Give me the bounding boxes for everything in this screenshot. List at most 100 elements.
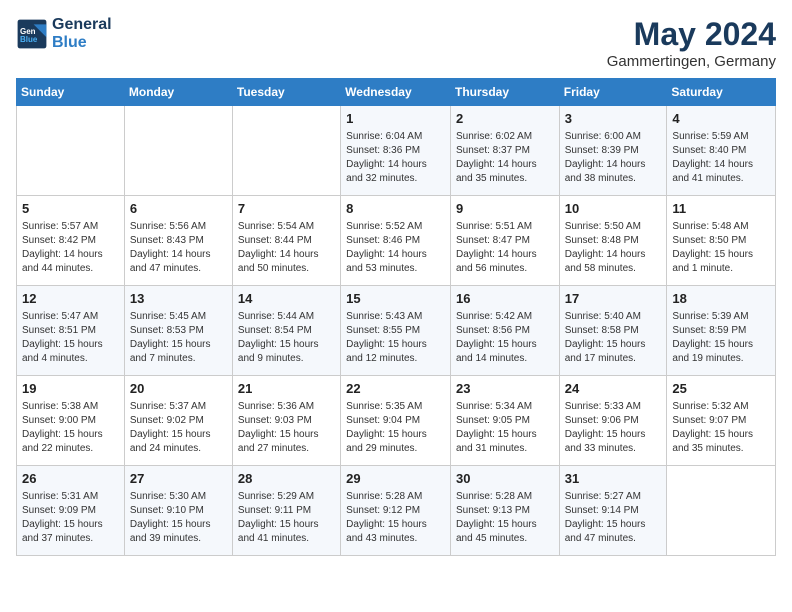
calendar-cell: 3 Sunrise: 6:00 AMSunset: 8:39 PMDaylight… bbox=[559, 106, 667, 196]
day-info: Sunrise: 5:31 AMSunset: 9:09 PMDaylight:… bbox=[22, 490, 119, 546]
day-number: 31 bbox=[565, 470, 662, 488]
page-header: Gen Blue General Blue May 2024 Gammertin… bbox=[16, 16, 776, 70]
calendar-header-row: SundayMondayTuesdayWednesdayThursdayFrid… bbox=[17, 79, 776, 106]
day-number: 12 bbox=[22, 290, 119, 308]
calendar-cell: 21 Sunrise: 5:36 AMSunset: 9:03 PMDayligh… bbox=[232, 376, 340, 466]
day-info: Sunrise: 5:44 AMSunset: 8:54 PMDaylight:… bbox=[238, 310, 335, 366]
calendar-cell: 16 Sunrise: 5:42 AMSunset: 8:56 PMDayligh… bbox=[450, 286, 559, 376]
day-info: Sunrise: 5:42 AMSunset: 8:56 PMDaylight:… bbox=[456, 310, 554, 366]
logo-line1: General bbox=[52, 16, 112, 34]
day-number: 22 bbox=[346, 380, 445, 398]
week-row-4: 19 Sunrise: 5:38 AMSunset: 9:00 PMDayligh… bbox=[17, 376, 776, 466]
week-row-3: 12Sunrise: 5:47 AMSunset: 8:51 PMDayligh… bbox=[17, 286, 776, 376]
day-info: Sunrise: 5:48 AMSunset: 8:50 PMDaylight:… bbox=[672, 220, 770, 276]
day-number: 25 bbox=[672, 380, 770, 398]
day-info: Sunrise: 5:50 AMSunset: 8:48 PMDaylight:… bbox=[565, 220, 662, 276]
day-number: 3 bbox=[565, 110, 662, 128]
calendar-cell: 20 Sunrise: 5:37 AMSunset: 9:02 PMDayligh… bbox=[124, 376, 232, 466]
day-info: Sunrise: 5:54 AMSunset: 8:44 PMDaylight:… bbox=[238, 220, 335, 276]
day-number: 2 bbox=[456, 110, 554, 128]
day-info: Sunrise: 5:32 AMSunset: 9:07 PMDaylight:… bbox=[672, 400, 770, 456]
calendar-cell: 4 Sunrise: 5:59 AMSunset: 8:40 PMDaylight… bbox=[667, 106, 776, 196]
calendar-cell: 2 Sunrise: 6:02 AMSunset: 8:37 PMDaylight… bbox=[450, 106, 559, 196]
day-number: 10 bbox=[565, 200, 662, 218]
week-row-2: 5 Sunrise: 5:57 AMSunset: 8:42 PMDaylight… bbox=[17, 196, 776, 286]
day-info: Sunrise: 5:28 AMSunset: 9:12 PMDaylight:… bbox=[346, 490, 445, 546]
day-number: 4 bbox=[672, 110, 770, 128]
calendar-cell: 23 Sunrise: 5:34 AMSunset: 9:05 PMDayligh… bbox=[450, 376, 559, 466]
day-number: 18 bbox=[672, 290, 770, 308]
day-info: Sunrise: 5:36 AMSunset: 9:03 PMDaylight:… bbox=[238, 400, 335, 456]
day-info: Sunrise: 5:27 AMSunset: 9:14 PMDaylight:… bbox=[565, 490, 662, 546]
calendar-cell: 7 Sunrise: 5:54 AMSunset: 8:44 PMDaylight… bbox=[232, 196, 340, 286]
day-info: Sunrise: 5:56 AMSunset: 8:43 PMDaylight:… bbox=[130, 220, 227, 276]
day-number: 20 bbox=[130, 380, 227, 398]
day-number: 30 bbox=[456, 470, 554, 488]
day-info: Sunrise: 5:34 AMSunset: 9:05 PMDaylight:… bbox=[456, 400, 554, 456]
day-number: 19 bbox=[22, 380, 119, 398]
calendar-cell: 27 Sunrise: 5:30 AMSunset: 9:10 PMDayligh… bbox=[124, 466, 232, 556]
calendar-cell: 6 Sunrise: 5:56 AMSunset: 8:43 PMDaylight… bbox=[124, 196, 232, 286]
svg-text:Blue: Blue bbox=[20, 35, 38, 44]
day-number: 6 bbox=[130, 200, 227, 218]
week-row-1: 1Sunrise: 6:04 AMSunset: 8:36 PMDaylight… bbox=[17, 106, 776, 196]
day-number: 13 bbox=[130, 290, 227, 308]
calendar-table: SundayMondayTuesdayWednesdayThursdayFrid… bbox=[16, 78, 776, 556]
day-number: 28 bbox=[238, 470, 335, 488]
calendar-cell: 12Sunrise: 5:47 AMSunset: 8:51 PMDayligh… bbox=[17, 286, 125, 376]
header-day-tuesday: Tuesday bbox=[232, 79, 340, 106]
month-title: May 2024 bbox=[607, 16, 776, 53]
day-info: Sunrise: 5:39 AMSunset: 8:59 PMDaylight:… bbox=[672, 310, 770, 366]
day-number: 14 bbox=[238, 290, 335, 308]
day-number: 8 bbox=[346, 200, 445, 218]
calendar-cell: 24Sunrise: 5:33 AMSunset: 9:06 PMDayligh… bbox=[559, 376, 667, 466]
calendar-cell: 29Sunrise: 5:28 AMSunset: 9:12 PMDayligh… bbox=[341, 466, 451, 556]
day-info: Sunrise: 5:43 AMSunset: 8:55 PMDaylight:… bbox=[346, 310, 445, 366]
calendar-cell bbox=[667, 466, 776, 556]
calendar-cell bbox=[232, 106, 340, 196]
header-day-friday: Friday bbox=[559, 79, 667, 106]
day-info: Sunrise: 5:57 AMSunset: 8:42 PMDaylight:… bbox=[22, 220, 119, 276]
calendar-cell: 25 Sunrise: 5:32 AMSunset: 9:07 PMDayligh… bbox=[667, 376, 776, 466]
day-number: 27 bbox=[130, 470, 227, 488]
calendar-cell: 9Sunrise: 5:51 AMSunset: 8:47 PMDaylight… bbox=[450, 196, 559, 286]
calendar-cell: 11Sunrise: 5:48 AMSunset: 8:50 PMDayligh… bbox=[667, 196, 776, 286]
location-subtitle: Gammertingen, Germany bbox=[607, 53, 776, 70]
day-number: 5 bbox=[22, 200, 119, 218]
title-block: May 2024 Gammertingen, Germany bbox=[607, 16, 776, 70]
day-info: Sunrise: 5:37 AMSunset: 9:02 PMDaylight:… bbox=[130, 400, 227, 456]
day-number: 7 bbox=[238, 200, 335, 218]
day-number: 16 bbox=[456, 290, 554, 308]
day-number: 17 bbox=[565, 290, 662, 308]
header-day-saturday: Saturday bbox=[667, 79, 776, 106]
day-number: 21 bbox=[238, 380, 335, 398]
calendar-cell: 10 Sunrise: 5:50 AMSunset: 8:48 PMDayligh… bbox=[559, 196, 667, 286]
day-info: Sunrise: 5:35 AMSunset: 9:04 PMDaylight:… bbox=[346, 400, 445, 456]
calendar-cell bbox=[124, 106, 232, 196]
day-info: Sunrise: 5:59 AMSunset: 8:40 PMDaylight:… bbox=[672, 130, 770, 186]
calendar-cell: 5 Sunrise: 5:57 AMSunset: 8:42 PMDaylight… bbox=[17, 196, 125, 286]
logo: Gen Blue General Blue bbox=[16, 16, 112, 52]
calendar-cell: 1Sunrise: 6:04 AMSunset: 8:36 PMDaylight… bbox=[341, 106, 451, 196]
calendar-cell: 22 Sunrise: 5:35 AMSunset: 9:04 PMDayligh… bbox=[341, 376, 451, 466]
calendar-cell: 13Sunrise: 5:45 AMSunset: 8:53 PMDayligh… bbox=[124, 286, 232, 376]
calendar-cell: 26Sunrise: 5:31 AMSunset: 9:09 PMDayligh… bbox=[17, 466, 125, 556]
calendar-cell: 31 Sunrise: 5:27 AMSunset: 9:14 PMDayligh… bbox=[559, 466, 667, 556]
day-info: Sunrise: 5:38 AMSunset: 9:00 PMDaylight:… bbox=[22, 400, 119, 456]
day-info: Sunrise: 5:29 AMSunset: 9:11 PMDaylight:… bbox=[238, 490, 335, 546]
header-day-sunday: Sunday bbox=[17, 79, 125, 106]
day-info: Sunrise: 6:00 AMSunset: 8:39 PMDaylight:… bbox=[565, 130, 662, 186]
calendar-cell: 19 Sunrise: 5:38 AMSunset: 9:00 PMDayligh… bbox=[17, 376, 125, 466]
day-number: 23 bbox=[456, 380, 554, 398]
header-day-thursday: Thursday bbox=[450, 79, 559, 106]
calendar-cell bbox=[17, 106, 125, 196]
calendar-cell: 28 Sunrise: 5:29 AMSunset: 9:11 PMDayligh… bbox=[232, 466, 340, 556]
day-info: Sunrise: 6:02 AMSunset: 8:37 PMDaylight:… bbox=[456, 130, 554, 186]
header-day-monday: Monday bbox=[124, 79, 232, 106]
day-info: Sunrise: 5:40 AMSunset: 8:58 PMDaylight:… bbox=[565, 310, 662, 366]
day-info: Sunrise: 5:30 AMSunset: 9:10 PMDaylight:… bbox=[130, 490, 227, 546]
day-info: Sunrise: 5:52 AMSunset: 8:46 PMDaylight:… bbox=[346, 220, 445, 276]
calendar-cell: 14 Sunrise: 5:44 AMSunset: 8:54 PMDayligh… bbox=[232, 286, 340, 376]
calendar-cell: 18 Sunrise: 5:39 AMSunset: 8:59 PMDayligh… bbox=[667, 286, 776, 376]
week-row-5: 26Sunrise: 5:31 AMSunset: 9:09 PMDayligh… bbox=[17, 466, 776, 556]
